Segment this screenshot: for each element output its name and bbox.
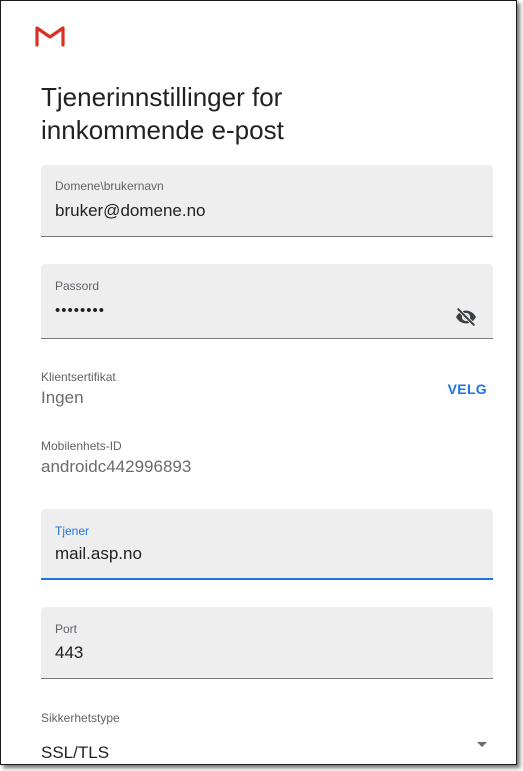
server-value[interactable]: mail.asp.no: [55, 544, 142, 564]
username-label: Domene\brukernavn: [55, 179, 164, 193]
port-value[interactable]: 443: [55, 643, 83, 663]
client-certificate-value: Ingen: [41, 388, 84, 407]
gmail-logo-icon: [35, 26, 65, 47]
app-screen: Tjenerinnstillinger for innkommende e-po…: [0, 0, 517, 765]
port-label: Port: [55, 622, 78, 636]
client-certificate-label: Klientsertifikat: [41, 370, 116, 384]
port-field[interactable]: Port 443: [41, 607, 493, 679]
device-id-label: Mobilenhets-ID: [41, 439, 122, 453]
username-field[interactable]: Domene\brukernavn bruker@domene.no: [41, 165, 493, 237]
password-field[interactable]: Passord ••••••••: [41, 264, 493, 339]
server-label: Tjener: [55, 524, 90, 538]
password-value[interactable]: ••••••••: [55, 302, 105, 319]
choose-certificate-button[interactable]: VELG: [448, 381, 487, 397]
security-type-label: Sikkerhetstype: [41, 711, 120, 725]
username-value[interactable]: bruker@domene.no: [55, 201, 206, 221]
server-field[interactable]: Tjener mail.asp.no: [41, 509, 493, 580]
password-label: Passord: [55, 279, 100, 293]
eye-off-icon[interactable]: [455, 306, 477, 328]
security-type-value[interactable]: SSL/TLS: [41, 743, 109, 763]
page-title: Tjenerinnstillinger for innkommende e-po…: [41, 82, 284, 145]
caret-down-icon[interactable]: [476, 741, 488, 749]
device-id-value: androidc442996893: [41, 457, 192, 476]
